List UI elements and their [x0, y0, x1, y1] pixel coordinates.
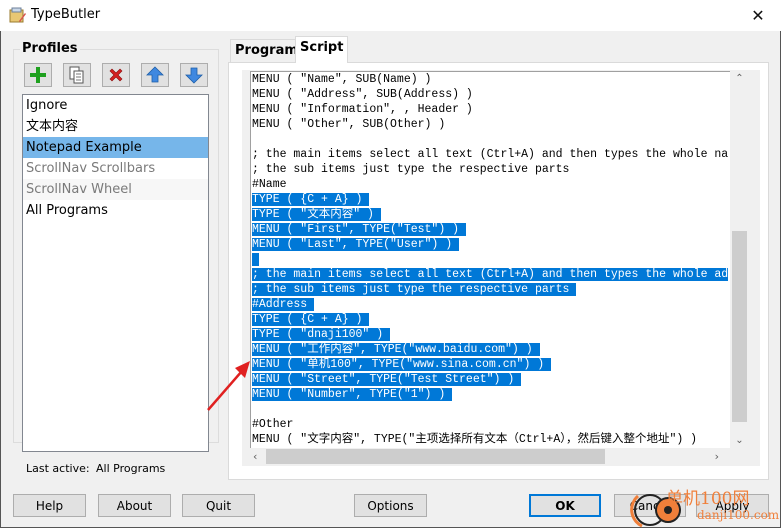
code-line[interactable]: MENU ( "文字内容", TYPE("主项选择所有文本（Ctrl+A），然后… [251, 432, 730, 447]
profile-item-notepad-example[interactable]: Notepad Example [23, 137, 208, 158]
code-line[interactable] [251, 402, 730, 417]
close-button[interactable]: ✕ [735, 0, 781, 31]
code-line[interactable]: MENU ( "单机100", TYPE("www.sina.com.cn") … [251, 357, 730, 372]
vertical-scroll-thumb[interactable] [732, 231, 747, 422]
code-line[interactable]: MENU ( "First", TYPE("Test") ) [251, 222, 730, 237]
code-line-text: MENU ( "单机100", TYPE("www.sina.com.cn") … [252, 358, 552, 371]
profile-item-text-content[interactable]: 文本内容 [23, 116, 208, 137]
scroll-down-icon[interactable]: ⌄ [731, 435, 748, 446]
code-line-text: ; the sub items just type the respective… [252, 163, 570, 176]
code-line-text: TYPE ( "dnaji100" ) [252, 328, 391, 341]
horizontal-scrollbar[interactable]: ‹ › [250, 448, 731, 465]
code-line-text: #Name [252, 178, 287, 191]
scroll-left-icon[interactable]: ‹ [253, 448, 257, 465]
code-line-text: MENU ( "Number", TYPE("1") ) [252, 388, 453, 401]
profile-list[interactable]: Ignore 文本内容 Notepad Example ScrollNav Sc… [22, 94, 209, 452]
watermark-url: danji100.com [697, 508, 780, 522]
code-line[interactable]: #Name [251, 177, 730, 192]
profiles-heading: Profiles [20, 41, 80, 56]
code-line-text: ; the main items select all text (Ctrl+A… [252, 148, 729, 161]
script-editor[interactable]: MENU ( "Name", SUB(Name) ) MENU ( "Addres… [250, 71, 730, 448]
delete-icon [109, 68, 123, 82]
app-icon [9, 7, 26, 23]
code-line-text: #Address [252, 298, 315, 311]
code-line[interactable]: MENU ( "Information", , Header ) [251, 102, 730, 117]
vertical-scrollbar[interactable]: ⌃ ⌄ [731, 71, 748, 448]
code-line[interactable]: MENU ( "Address", SUB(Address) ) [251, 87, 730, 102]
code-line[interactable] [251, 132, 730, 147]
code-line[interactable]: TYPE ( {C + A} ) [251, 312, 730, 327]
copy-icon [69, 66, 84, 84]
code-line[interactable] [251, 252, 730, 267]
code-line[interactable]: ; the main items select all text (Ctrl+A… [251, 147, 730, 162]
copy-profile-button[interactable] [63, 63, 91, 87]
close-icon: ✕ [751, 6, 765, 25]
code-line[interactable]: MENU ( "Number", TYPE("1") ) [251, 387, 730, 402]
code-line-text: MENU ( "Street", TYPE("Test Street") ) [252, 373, 522, 386]
scroll-up-icon[interactable]: ⌃ [731, 73, 748, 84]
add-profile-button[interactable] [24, 63, 52, 87]
arrow-up-icon [146, 66, 164, 83]
code-line-text: MENU ( "文字内容", TYPE("主项选择所有文本（Ctrl+A），然后… [252, 433, 698, 446]
code-line[interactable]: #Other [251, 417, 730, 432]
window-border [0, 0, 1, 528]
arrow-down-icon [185, 67, 203, 84]
window-title: TypeButler [31, 7, 101, 22]
move-down-button[interactable] [180, 63, 208, 87]
code-line[interactable]: MENU ( "Other", SUB(Other) ) [251, 117, 730, 132]
profile-item-scrollnav-scrollbars[interactable]: ScrollNav Scrollbars [23, 158, 208, 179]
code-line-text: TYPE ( "文本内容" ) [252, 208, 381, 221]
code-line[interactable]: ; the sub items just type the respective… [251, 282, 730, 297]
code-line-text: MENU ( "Other", SUB(Other) ) [252, 118, 446, 131]
move-up-button[interactable] [141, 63, 169, 87]
code-line[interactable]: MENU ( "Name", SUB(Name) ) [251, 72, 730, 87]
code-line-text [252, 253, 259, 266]
scroll-right-icon[interactable]: › [715, 448, 719, 465]
help-button[interactable]: Help [13, 494, 86, 517]
tab-script[interactable]: Script [295, 36, 349, 63]
last-active-label: Last active: [26, 462, 90, 475]
profile-item-ignore[interactable]: Ignore [23, 95, 208, 116]
code-line-text: TYPE ( {C + A} ) [252, 193, 370, 206]
code-line-text: MENU ( "Address", SUB(Address) ) [252, 88, 473, 101]
code-line-text: MENU ( "First", TYPE("Test") ) [252, 223, 466, 236]
last-active-value: All Programs [96, 462, 166, 475]
title-bar: TypeButler ✕ [0, 0, 781, 31]
code-line[interactable]: ; the main items select all text (Ctrl+A… [251, 267, 730, 282]
code-line[interactable]: TYPE ( "文本内容" ) [251, 207, 730, 222]
about-button[interactable]: About [98, 494, 171, 517]
quit-button[interactable]: Quit [182, 494, 255, 517]
code-line-text: TYPE ( {C + A} ) [252, 313, 370, 326]
code-line[interactable]: #Address [251, 297, 730, 312]
plus-icon [30, 67, 46, 83]
ok-button[interactable]: OK [529, 494, 601, 517]
code-line[interactable]: MENU ( "工作内容", TYPE("www.baidu.com") ) [251, 342, 730, 357]
profile-item-scrollnav-wheel[interactable]: ScrollNav Wheel [23, 179, 208, 200]
code-line-text: MENU ( "Name", SUB(Name) ) [252, 73, 432, 86]
code-line[interactable]: TYPE ( {C + A} ) [251, 192, 730, 207]
delete-profile-button[interactable] [102, 63, 130, 87]
options-button[interactable]: Options [354, 494, 427, 517]
code-line-text: ; the main items select all text (Ctrl+A… [252, 268, 729, 281]
code-line-text: #Other [252, 418, 294, 431]
code-line[interactable]: TYPE ( "dnaji100" ) [251, 327, 730, 342]
code-line-text: ; the sub items just type the respective… [252, 283, 577, 296]
code-line[interactable]: MENU ( "Street", TYPE("Test Street") ) [251, 372, 730, 387]
code-line[interactable]: MENU ( "Last", TYPE("User") ) [251, 237, 730, 252]
code-line-text: MENU ( "Last", TYPE("User") ) [252, 238, 460, 251]
code-line[interactable]: ; the sub items just type the respective… [251, 162, 730, 177]
horizontal-scroll-thumb[interactable] [266, 449, 605, 464]
code-line-text: MENU ( "工作内容", TYPE("www.baidu.com") ) [252, 343, 540, 356]
watermark-text: 单机100网 [666, 489, 750, 509]
code-line-text: MENU ( "Information", , Header ) [252, 103, 473, 116]
profile-item-all-programs[interactable]: All Programs [23, 200, 208, 221]
